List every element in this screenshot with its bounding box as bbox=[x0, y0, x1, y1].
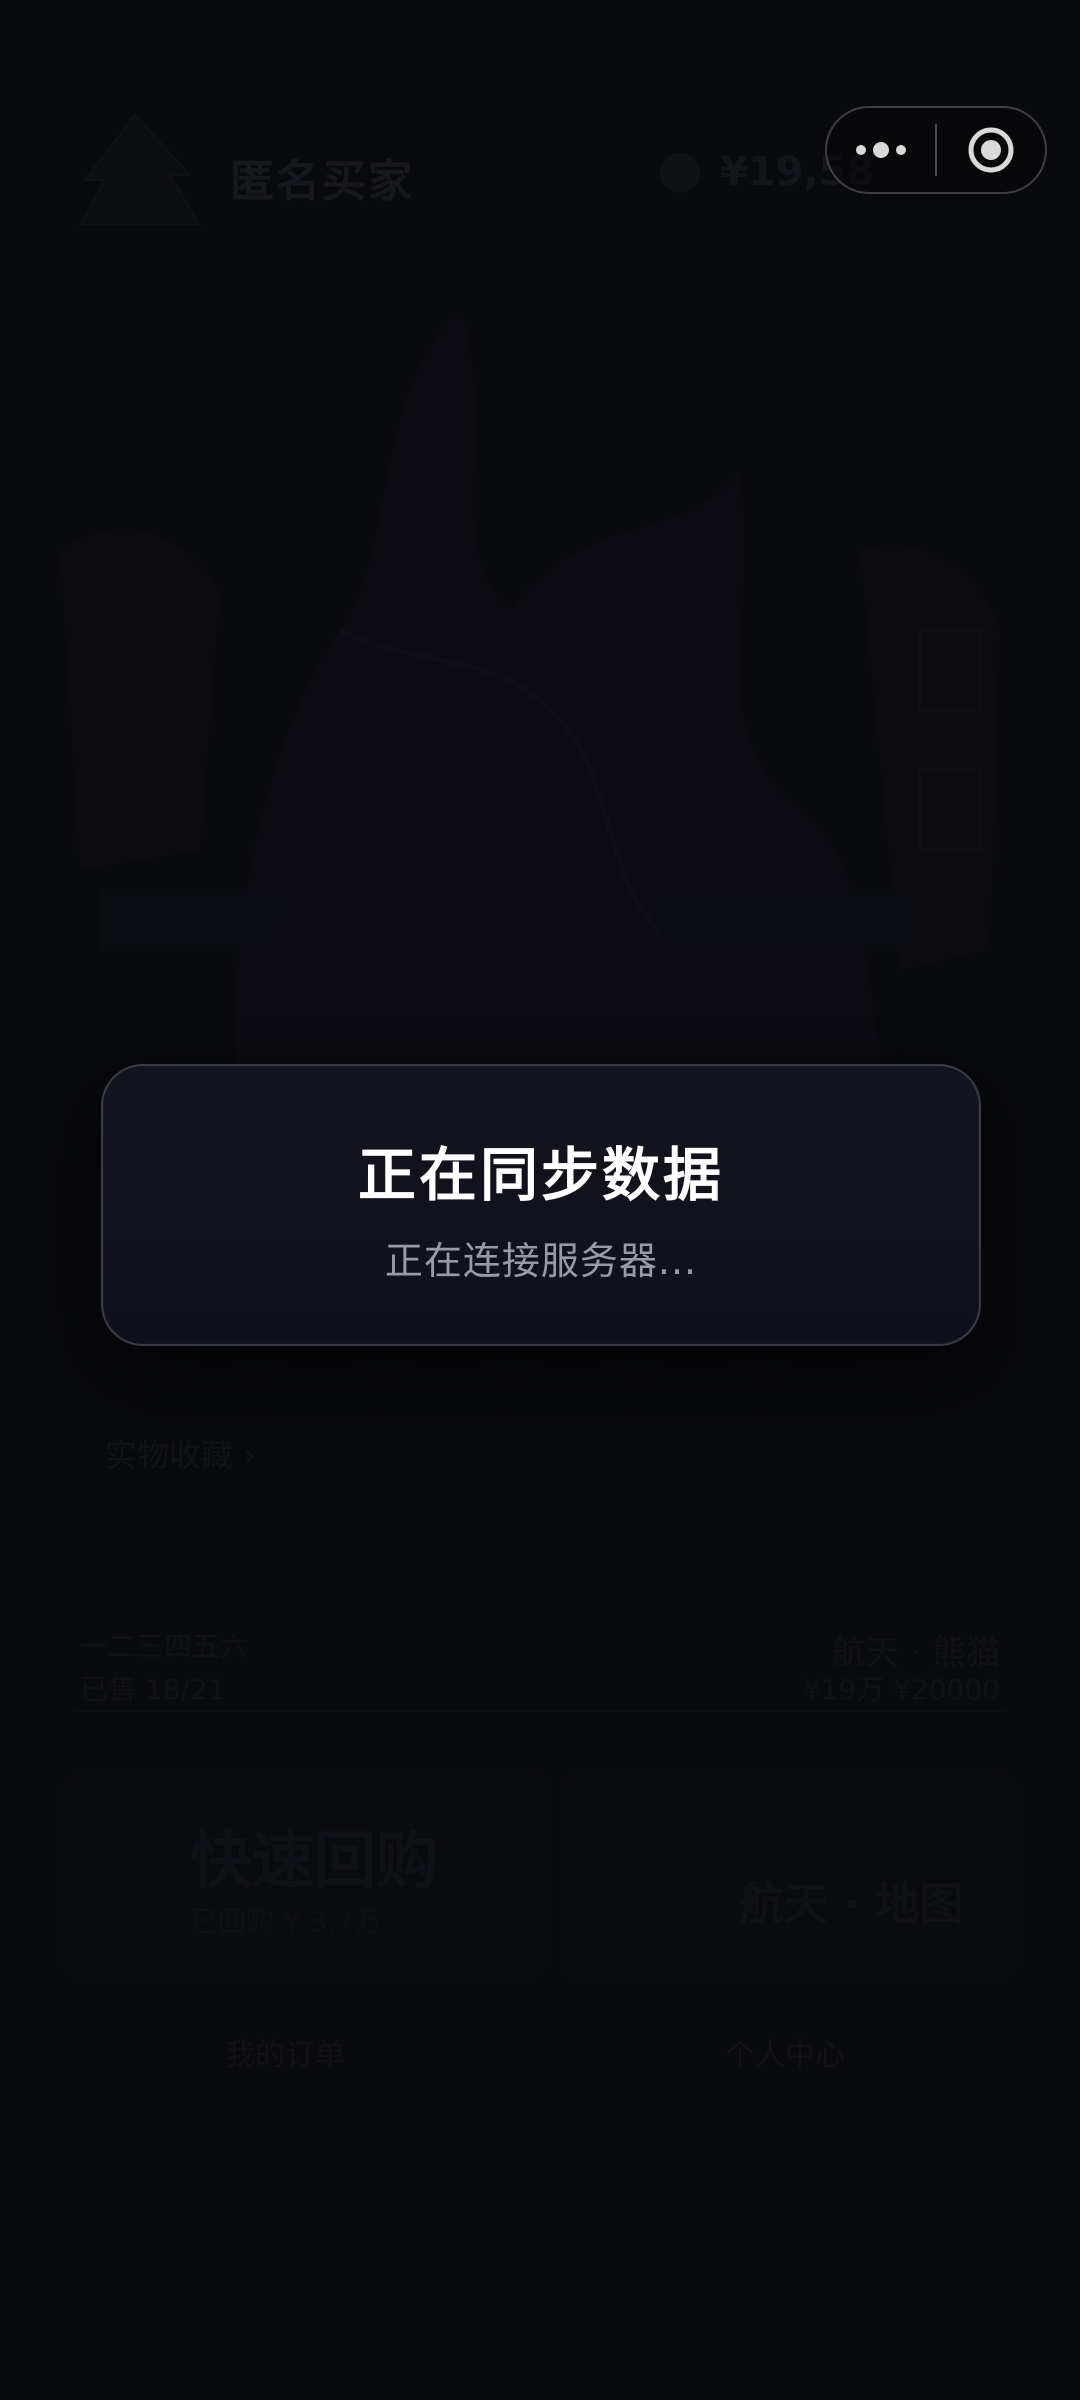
page: 匿名买家 ¥19,58 实物收藏 › 一二三四五六 已售 18/21 航天 · … bbox=[0, 0, 1080, 2400]
sync-modal: 正在同步数据 正在连接服务器... bbox=[101, 1064, 981, 1346]
modal-title: 正在同步数据 bbox=[357, 1141, 724, 1209]
modal-subtitle: 正在连接服务器... bbox=[384, 1239, 698, 1283]
